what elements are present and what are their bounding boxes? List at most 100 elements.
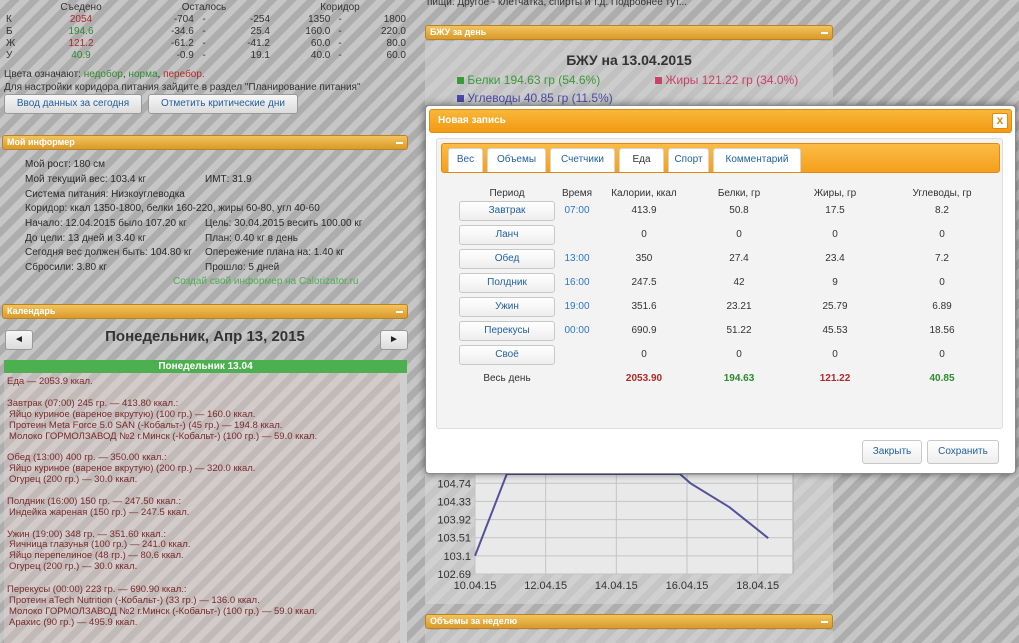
calendar-entry-line: Яичница глазунья (100 гр.) — 241.0 ккал.: [9, 539, 191, 550]
calendar-panel-header: Календарь: [2, 304, 408, 319]
macro-label: Ж: [6, 38, 16, 49]
calendar-entry-line: Еда — 2053.9 ккал.: [7, 376, 93, 387]
y-tick-label: 103.1: [443, 551, 471, 563]
legend-norm: норма: [128, 69, 158, 80]
grid-cell-fat: 0: [832, 229, 838, 240]
grid-cell-fat: 9: [832, 277, 838, 288]
fat-label: Жиры 121.22 гр (34.0%): [665, 73, 799, 87]
save-button[interactable]: Сохранить: [927, 440, 999, 464]
calendar-entry-line: Яйцо перепелиное (48 гр.) — 80.6 ккал.: [9, 550, 184, 561]
period-button[interactable]: Ланч: [459, 225, 555, 245]
macro-eaten: 2054: [69, 14, 93, 25]
collapse-icon[interactable]: [821, 32, 828, 34]
collapse-icon[interactable]: [821, 621, 828, 623]
grid-cell-carbs: 0: [939, 277, 945, 288]
protein-swatch: [457, 77, 464, 84]
bju-carbs: Углеводы 40.85 гр (11.5%): [457, 91, 613, 105]
informer-weight: Мой текущий вес: 103.4 кг: [25, 174, 147, 185]
calendar-entry-line: Молоко ГОРМОЛЗАВОД №2 г.Минск (-Кобальт-…: [9, 606, 318, 617]
macro-row: К 2054 -704- -254 1350-1800: [4, 14, 408, 26]
grid-cell-carbs: 7.2: [935, 253, 949, 264]
macro-eaten: 194.6: [68, 26, 94, 37]
y-tick-label: 104.33: [437, 496, 471, 508]
macro-label: К: [6, 14, 12, 25]
calendar-entry-line: Индейка жареная (150 гр.) — 247.5 ккал.: [9, 507, 190, 518]
calendar-entry-line: Протеин aTech Nutrition (-Кобальт-) (33 …: [9, 595, 260, 606]
weekly-panel-title: Объемы за неделю: [430, 616, 518, 626]
macro-corridor-min: 60.0: [310, 38, 331, 49]
x-tick-label: 10.04.15: [454, 580, 497, 592]
day-bar: Понедельник 13.04: [4, 360, 407, 373]
macro-remaining-sep: -: [202, 50, 206, 61]
calendar-entry-line: Арахис (90 гр.) — 495.9 ккал.: [9, 617, 138, 628]
calendar-prev-button[interactable]: ◄: [5, 330, 33, 350]
grid-cell-carbs: 18.56: [929, 325, 955, 336]
tab-2[interactable]: Счетчики: [550, 148, 615, 172]
dialog-title: Новая запись: [438, 115, 506, 126]
y-tick-label: 103.51: [437, 533, 471, 545]
informer-plan: План: 0.40 кг в день: [205, 233, 298, 244]
legend-prefix: Цвета означают:: [4, 69, 81, 80]
macro-remaining-min: -0.9: [176, 50, 194, 61]
calendar-title: Календарь: [7, 306, 56, 316]
bju-panel-header: БЖУ за день: [425, 25, 833, 40]
tab-3[interactable]: Еда: [619, 148, 664, 172]
macro-remaining-sep: -: [202, 26, 206, 37]
close-button[interactable]: Закрыть: [862, 440, 922, 464]
dialog-body: Вес Объемы Счетчики Еда Спорт Комментарий Пер…: [436, 138, 1003, 429]
grid-cell-fat: 45.53: [822, 325, 848, 336]
macro-corridor-min: 1350: [308, 14, 331, 25]
informer-to-goal: До цели: 13 дней и 3.40 кг: [25, 233, 146, 244]
new-entry-dialog: Новая запись x Вес Объемы Счетчики Еда Спорт…: [425, 105, 1016, 474]
close-icon[interactable]: x: [992, 113, 1008, 129]
informer-lost: Сбросили: 3.80 кг: [25, 262, 107, 273]
calendar-entry-line: Огурец (200 гр.) — 30.0 ккал.: [9, 561, 138, 572]
input-today-button[interactable]: Ввод данных за сегодня: [4, 94, 142, 114]
calendar-entry-line: Протеин Meta Force 5.0 SAN (-Кобальт-) (…: [9, 420, 283, 431]
total-fat: 121.22: [819, 373, 851, 384]
tab-4[interactable]: Спорт: [668, 148, 709, 172]
tab-1[interactable]: Объемы: [487, 148, 546, 172]
grid-column-header: Углеводы, гр: [912, 188, 972, 199]
bju-protein: Белки 194.63 гр (54.6%): [457, 73, 600, 87]
calendar-entry-line: Яйцо куриное (вареное вкрутую) (200 гр.)…: [9, 463, 256, 474]
macro-row: У 40.9 -0.9-19.1 40.0-60.0: [4, 50, 408, 62]
macro-remaining-sep: -: [202, 38, 206, 49]
grid-cell-carbs: 8.2: [935, 205, 949, 216]
macro-summary: Съедено Осталось Коридор К 2054 -704- -254 1…: [4, 2, 408, 62]
macro-remaining-min: -704: [173, 14, 194, 25]
create-informer-link[interactable]: Создай свой информер на Calorizator.ru: [173, 276, 359, 287]
macro-label: Б: [6, 26, 13, 37]
grid-cell-carbs: 6.89: [932, 301, 952, 312]
informer-bmi: ИМТ: 31.9: [205, 174, 252, 185]
period-button[interactable]: Своё: [459, 345, 555, 365]
macro-corridor-sep: -: [338, 26, 342, 37]
legend-over: перебор.: [163, 69, 205, 80]
macro-remaining-max: 25.4: [250, 26, 270, 37]
macro-table: Съедено Осталось Коридор К 2054 -704- -254 1…: [4, 2, 408, 62]
calendar-next-button[interactable]: ►: [380, 330, 408, 350]
y-tick-label: 104.74: [437, 478, 471, 490]
macro-remaining-sep: -: [202, 14, 206, 25]
day-scrollbar[interactable]: [400, 373, 407, 643]
x-tick-label: 12.04.15: [524, 580, 567, 592]
settings-note: Для настройки коридора питания зайдите в…: [4, 82, 361, 93]
tab-0[interactable]: Вес: [448, 148, 483, 172]
calendar-entry-line: Яйцо куриное (вареное вкрутую) (100 гр.)…: [9, 409, 256, 420]
collapse-icon[interactable]: [396, 142, 403, 144]
tab-5[interactable]: Комментарий: [713, 148, 801, 172]
macro-corridor-sep: -: [338, 14, 342, 25]
grid-cell-fat: 0: [832, 349, 838, 360]
collapse-icon[interactable]: [396, 311, 403, 313]
x-tick-label: 14.04.15: [595, 580, 638, 592]
bju-heading: БЖУ на 13.04.2015: [566, 52, 692, 68]
total-label: Весь день: [483, 373, 531, 384]
weekly-panel-header: Объемы за неделю: [425, 614, 833, 629]
carbs-label: Углеводы 40.85 гр (11.5%): [467, 91, 613, 105]
entry-tabs: Вес Объемы Счетчики Еда Спорт Комментарий: [441, 143, 1000, 173]
mark-critical-days-button[interactable]: Отметить критические дни: [148, 94, 298, 114]
color-legend: Цвета означают: недобор, норма, перебор.: [4, 69, 205, 80]
top-right-snippet: пищи. Другое - клетчатка, спирты и т.д. …: [427, 0, 688, 8]
col-eaten: Съедено: [60, 2, 102, 13]
calendar-entry-line: Перекусы (00:00) 223 гр. — 690.90 ккал.:: [7, 584, 187, 595]
